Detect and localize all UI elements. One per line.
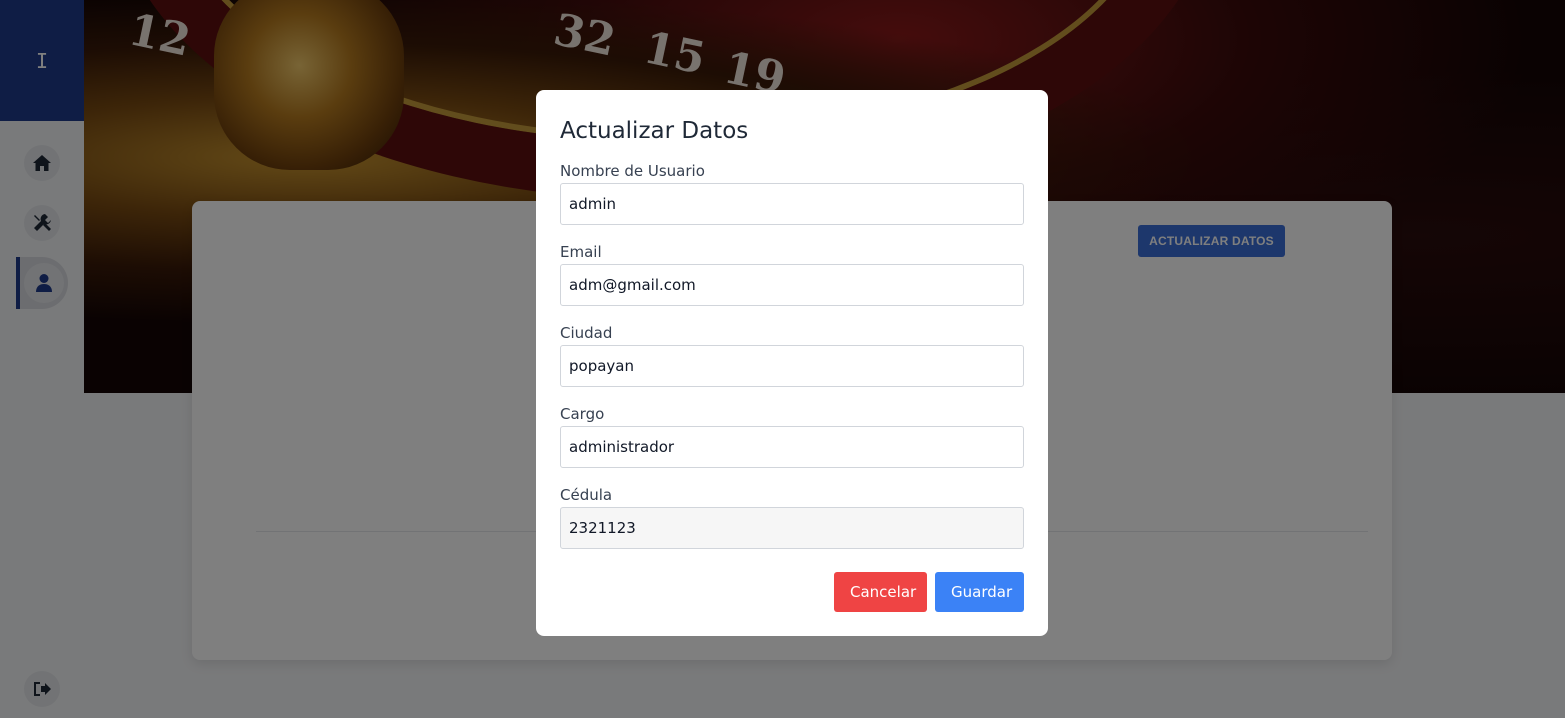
position-input[interactable] — [560, 426, 1024, 468]
city-field-group: Ciudad — [560, 324, 1024, 387]
position-field-group: Cargo — [560, 405, 1024, 468]
id-number-field-group: Cédula — [560, 486, 1024, 549]
save-button[interactable]: Guardar — [935, 572, 1024, 612]
id-number-label: Cédula — [560, 486, 613, 504]
email-field-group: Email — [560, 243, 1024, 306]
modal-actions: Cancelar Guardar — [834, 572, 1024, 612]
update-data-modal: Actualizar Datos Nombre de Usuario Email… — [536, 90, 1048, 636]
city-label: Ciudad — [560, 324, 613, 342]
modal-title: Actualizar Datos — [560, 118, 749, 144]
id-number-input[interactable] — [560, 507, 1024, 549]
username-input[interactable] — [560, 183, 1024, 225]
email-label: Email — [560, 243, 602, 261]
username-field-group: Nombre de Usuario — [560, 162, 1024, 225]
username-label: Nombre de Usuario — [560, 162, 705, 180]
position-label: Cargo — [560, 405, 605, 423]
city-input[interactable] — [560, 345, 1024, 387]
email-input[interactable] — [560, 264, 1024, 306]
cancel-button[interactable]: Cancelar — [834, 572, 927, 612]
